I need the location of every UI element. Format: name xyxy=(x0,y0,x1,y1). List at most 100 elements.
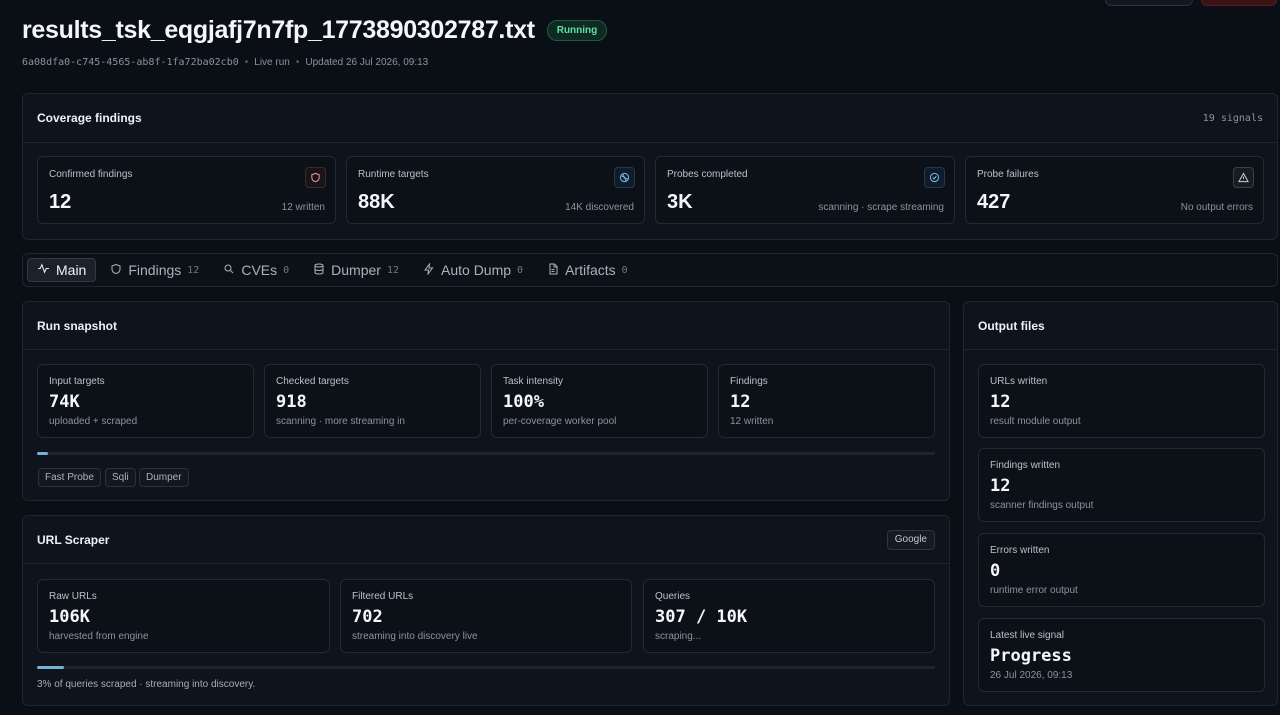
coverage-card-probes: Probes completed 3K scanning · scrape st… xyxy=(655,156,955,224)
stat-value: 12 xyxy=(990,392,1011,412)
stat-label: Findings written xyxy=(990,460,1061,471)
stat-label: Checked targets xyxy=(276,376,349,387)
coverage-title: Coverage findings xyxy=(37,111,142,125)
stat-value: 307 / 10K xyxy=(655,607,748,627)
module-chip-dumper[interactable]: Dumper xyxy=(139,468,189,487)
stat-sub: scraping... xyxy=(655,631,702,642)
run-meta: 6a08dfa0-c745-4565-ab8f-1fa72ba02cb0 • L… xyxy=(22,57,607,68)
check-circle-icon xyxy=(924,167,945,188)
scraper-progress-bar xyxy=(37,666,935,669)
tab-label: Main xyxy=(56,262,87,278)
signals-count: 19 signals xyxy=(1202,112,1263,124)
stat-label: Queries xyxy=(655,591,691,602)
shield-icon xyxy=(305,167,326,188)
separator-dot: • xyxy=(295,57,300,68)
stat-value: Progress xyxy=(990,646,1072,666)
stat-value: 106K xyxy=(49,607,90,627)
header-danger-button[interactable] xyxy=(1201,0,1277,6)
snapshot-title: Run snapshot xyxy=(37,318,117,333)
card-sub: No output errors xyxy=(1180,202,1253,213)
card-sub: scanning · scrape streaming xyxy=(818,202,944,213)
stat-checked-targets: Checked targets 918 scanning · more stre… xyxy=(264,364,481,438)
stat-sub: result module output xyxy=(990,416,1081,427)
tab-count: 0 xyxy=(283,264,290,276)
run-id: 6a08dfa0-c745-4565-ab8f-1fa72ba02cb0 xyxy=(22,57,239,68)
stat-label: Errors written xyxy=(990,545,1050,556)
stat-value: 100% xyxy=(503,392,544,412)
stat-value: 12 xyxy=(990,476,1011,496)
card-label: Probe failures xyxy=(977,169,1039,180)
file-icon xyxy=(547,263,559,278)
stat-value: 0 xyxy=(990,561,1001,581)
stat-label: URLs written xyxy=(990,376,1048,387)
module-chip-sqli[interactable]: Sqli xyxy=(105,468,136,487)
scraper-title: URL Scraper xyxy=(37,532,110,547)
tab-cves[interactable]: CVEs 0 xyxy=(213,258,299,282)
card-value: 12 xyxy=(49,191,72,213)
tab-label: CVEs xyxy=(241,262,278,278)
stat-task-intensity: Task intensity 100% per-coverage worker … xyxy=(491,364,708,438)
tab-dumper[interactable]: Dumper 12 xyxy=(303,258,409,282)
tab-auto-dump[interactable]: Auto Dump 0 xyxy=(413,258,533,282)
stat-label: Raw URLs xyxy=(49,591,97,602)
snapshot-progress-bar xyxy=(37,452,935,455)
stat-sub: uploaded + scraped xyxy=(49,416,138,427)
coverage-panel: Coverage findings 19 signals Confirmed f… xyxy=(22,93,1278,240)
run-snapshot-panel: Run snapshot Input targets 74K uploaded … xyxy=(22,301,950,501)
card-sub: 14K discovered xyxy=(565,202,634,213)
tab-label: Dumper xyxy=(331,262,381,278)
stat-value: 12 xyxy=(730,392,751,412)
page-header: results_tsk_eqgjafj7n7fp_1773890302787.t… xyxy=(22,16,608,68)
tab-findings[interactable]: Findings 12 xyxy=(100,258,209,282)
database-icon xyxy=(313,263,325,278)
scraper-progress-fill xyxy=(37,666,64,669)
output-title: Output files xyxy=(978,318,1045,333)
stat-sub: 12 written xyxy=(730,416,774,427)
header-secondary-button[interactable] xyxy=(1105,0,1193,6)
separator-dot: • xyxy=(244,57,249,68)
scraper-note: 3% of queries scraped · streaming into d… xyxy=(37,679,256,690)
warning-icon xyxy=(1233,167,1254,188)
stat-value: 74K xyxy=(49,392,80,412)
tab-count: 0 xyxy=(621,264,628,276)
stat-label: Task intensity xyxy=(503,376,564,387)
stat-sub: per-coverage worker pool xyxy=(503,416,617,427)
module-chip-fast-probe[interactable]: Fast Probe xyxy=(38,468,101,487)
card-value: 88K xyxy=(358,191,395,213)
stat-queries: Queries 307 / 10K scraping... xyxy=(643,579,935,653)
stat-label: Filtered URLs xyxy=(352,591,414,602)
tab-count: 12 xyxy=(386,264,399,276)
stat-sub: 26 Jul 2026, 09:13 xyxy=(990,670,1073,681)
stat-label: Findings xyxy=(730,376,768,387)
url-scraper-panel: URL Scraper Google Raw URLs 106K harvest… xyxy=(22,515,950,706)
engine-chip[interactable]: Google xyxy=(886,529,935,550)
tab-main[interactable]: Main xyxy=(27,258,97,282)
coverage-card-failures: Probe failures 427 No output errors xyxy=(965,156,1264,224)
status-badge: Running xyxy=(546,20,608,41)
stat-raw-urls: Raw URLs 106K harvested from engine xyxy=(37,579,330,653)
tab-artifacts[interactable]: Artifacts 0 xyxy=(537,258,638,282)
card-sub: 12 written xyxy=(281,202,325,213)
stat-label: Latest live signal xyxy=(990,630,1064,641)
coverage-card-confirmed: Confirmed findings 12 12 written xyxy=(37,156,336,224)
stat-filtered-urls: Filtered URLs 702 streaming into discove… xyxy=(340,579,632,653)
stat-input-targets: Input targets 74K uploaded + scraped xyxy=(37,364,254,438)
run-mode: Live run xyxy=(254,57,290,68)
updated-time: Updated 26 Jul 2026, 09:13 xyxy=(305,57,429,68)
stat-value: 702 xyxy=(352,607,383,627)
card-label: Runtime targets xyxy=(358,169,429,180)
stat-sub: scanning · more streaming in xyxy=(276,416,405,427)
shield-icon xyxy=(110,263,122,278)
stat-sub: scanner findings output xyxy=(990,500,1094,511)
output-files-panel: Output files URLs written 12 result modu… xyxy=(963,301,1278,706)
tab-label: Findings xyxy=(128,262,182,278)
tab-label: Artifacts xyxy=(565,262,616,278)
search-icon xyxy=(223,263,235,278)
card-value: 427 xyxy=(977,191,1011,213)
globe-icon xyxy=(614,167,635,188)
stat-sub: streaming into discovery live xyxy=(352,631,478,642)
coverage-card-runtime: Runtime targets 88K 14K discovered xyxy=(346,156,645,224)
stat-findings: Findings 12 12 written xyxy=(718,364,935,438)
stat-value: 918 xyxy=(276,392,307,412)
card-label: Confirmed findings xyxy=(49,169,133,180)
